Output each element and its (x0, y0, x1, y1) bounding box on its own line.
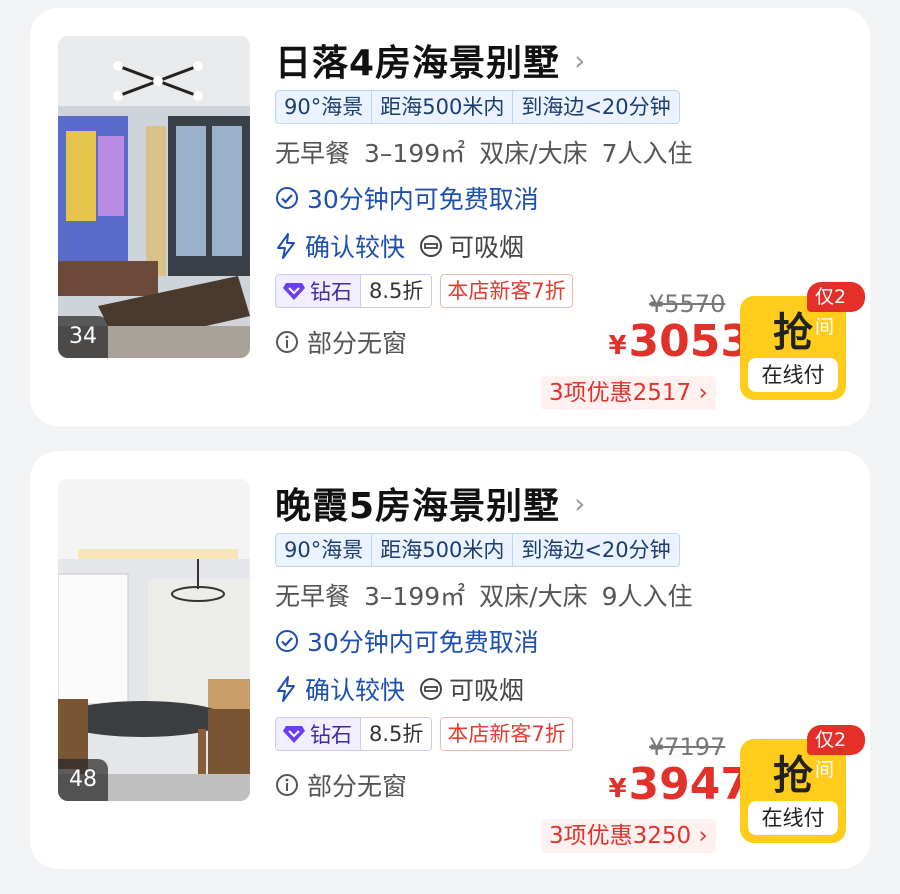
occupancy-info: 9人入住 (601, 582, 693, 611)
chevron-right-icon[interactable]: › (574, 487, 585, 520)
dining-room-image (58, 479, 250, 801)
feature-tags: 90°海景 距海500米内 到海边<20分钟 (275, 90, 680, 124)
diamond-label-wrap: 钻石 (276, 276, 360, 306)
promo-link[interactable]: 3项优惠3250 › (541, 819, 716, 853)
current-price: ¥3947 (595, 759, 751, 810)
free-cancel-line: 30分钟内可免费取消 (275, 621, 865, 661)
new-customer-badge[interactable]: 本店新客7折 (440, 274, 573, 308)
currency-symbol: ¥ (608, 331, 627, 361)
diamond-icon (283, 283, 305, 300)
pay-online-label: 在线付 (748, 801, 838, 835)
feature-tag: 距海500米内 (371, 533, 512, 567)
title-row[interactable]: 晚霞5房海景别墅 › (275, 479, 865, 527)
diamond-label: 钻石 (310, 723, 352, 747)
diamond-member-badge[interactable]: 钻石 8.5折 (275, 717, 433, 751)
photo-count: 48 (58, 759, 108, 801)
feature-tag: 距海500米内 (371, 90, 512, 124)
listing-info: 日落4房海景别墅 › 90°海景 距海500米内 到海边<20分钟 无早餐 3–… (275, 36, 865, 416)
diamond-discount: 8.5折 (360, 718, 432, 750)
bed-info: 双床/大床 (479, 139, 588, 168)
price-amount: 3053 (628, 316, 751, 367)
currency-symbol: ¥ (608, 774, 627, 804)
feature-tag: 到海边<20分钟 (512, 90, 678, 124)
breakfast-info: 无早餐 (275, 582, 351, 611)
original-price: ¥7197 (649, 733, 726, 761)
rooms-left-badge: 仅2间 (807, 282, 865, 338)
info-icon (276, 331, 298, 353)
price-amount: 3947 (628, 759, 751, 810)
listing-info: 晚霞5房海景别墅 › 90°海景 距海500米内 到海边<20分钟 无早餐 3–… (275, 479, 865, 859)
confirm-text: 确认较快 (305, 233, 406, 262)
check-circle-icon (276, 630, 298, 652)
photo-count: 34 (58, 316, 108, 358)
room-specs: 无早餐 3–199㎡ 双床/大床 9人入住 (275, 577, 865, 613)
pay-online-label: 在线付 (748, 358, 838, 392)
free-cancel-text: 30分钟内可免费取消 (307, 628, 539, 657)
smoking-icon (420, 678, 443, 700)
info-icon (276, 774, 298, 796)
diamond-member-badge[interactable]: 钻石 8.5折 (275, 274, 433, 308)
listing-title[interactable]: 日落4房海景别墅 (275, 34, 560, 86)
title-row[interactable]: 日落4房海景别墅 › (275, 36, 865, 84)
listing-title[interactable]: 晚霞5房海景别墅 (275, 477, 560, 529)
smoking-text: 可吸烟 (449, 233, 525, 262)
current-price: ¥3053 (595, 316, 751, 367)
bed-info: 双床/大床 (479, 582, 588, 611)
chevron-right-icon[interactable]: › (574, 44, 585, 77)
promo-link[interactable]: 3项优惠2517 › (541, 376, 716, 410)
confirm-line: 确认较快 可吸烟 (275, 226, 865, 266)
room-specs: 无早餐 3–199㎡ 双床/大床 7人入住 (275, 134, 865, 170)
occupancy-info: 7人入住 (601, 139, 693, 168)
area-info: 3–199㎡ (364, 582, 466, 611)
free-cancel-line: 30分钟内可免费取消 (275, 178, 865, 218)
room-photo[interactable]: 48 (58, 479, 250, 801)
window-text: 部分无窗 (307, 772, 408, 801)
area-info: 3–199㎡ (364, 139, 466, 168)
breakfast-info: 无早餐 (275, 139, 351, 168)
free-cancel-text: 30分钟内可免费取消 (307, 185, 539, 214)
original-price: ¥5570 (649, 290, 726, 318)
diamond-discount: 8.5折 (360, 275, 432, 307)
diamond-label-wrap: 钻石 (276, 719, 360, 749)
smoking-icon (420, 235, 443, 257)
room-photo[interactable]: 34 (58, 36, 250, 358)
diamond-label: 钻石 (310, 280, 352, 304)
check-circle-icon (276, 187, 298, 209)
rooms-left-badge: 仅2间 (807, 725, 865, 781)
new-customer-badge[interactable]: 本店新客7折 (440, 717, 573, 751)
lightning-icon (277, 233, 295, 259)
confirm-text: 确认较快 (305, 676, 406, 705)
listing-card[interactable]: 48 晚霞5房海景别墅 › 90°海景 距海500米内 到海边<20分钟 无早餐… (30, 451, 870, 869)
feature-tag: 90°海景 (284, 95, 364, 119)
listing-card[interactable]: 34 日落4房海景别墅 › 90°海景 距海500米内 到海边<20分钟 无早餐… (30, 8, 870, 426)
feature-tags: 90°海景 距海500米内 到海边<20分钟 (275, 533, 680, 567)
living-room-image (58, 36, 250, 358)
lightning-icon (277, 676, 295, 702)
window-text: 部分无窗 (307, 329, 408, 358)
feature-tag: 到海边<20分钟 (512, 533, 678, 567)
feature-tag: 90°海景 (284, 538, 364, 562)
smoking-text: 可吸烟 (449, 676, 525, 705)
confirm-line: 确认较快 可吸烟 (275, 669, 865, 709)
diamond-icon (283, 726, 305, 743)
smoking-info: 可吸烟 (419, 228, 524, 264)
smoking-info: 可吸烟 (419, 671, 524, 707)
